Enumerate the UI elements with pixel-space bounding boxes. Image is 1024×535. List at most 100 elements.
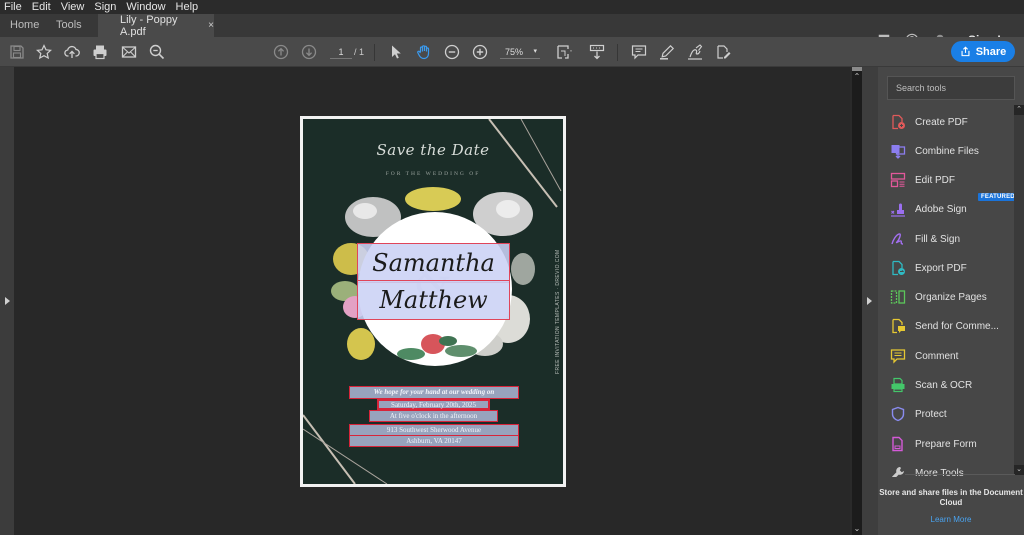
page-number-input[interactable]: 1 <box>330 45 352 59</box>
hand-tool-icon[interactable] <box>415 43 433 61</box>
date-field[interactable]: Saturday, February 20th, 2025 <box>377 399 490 410</box>
menu-bar: File Edit View Sign Window Help <box>0 0 1024 14</box>
scroll-up-icon[interactable]: ⌃ <box>1014 105 1024 115</box>
tool-prepare-form[interactable]: Prepare Form <box>890 432 977 456</box>
fill-sign-icon <box>890 231 906 247</box>
page-fit-icon[interactable] <box>555 43 573 61</box>
tool-send-for-comments[interactable]: Send for Comme... <box>890 314 999 338</box>
tool-label: Organize Pages <box>915 291 987 303</box>
search-zoom-icon[interactable] <box>148 43 166 61</box>
share-button[interactable]: Share <box>951 41 1015 62</box>
bride-name: Samantha <box>372 249 495 277</box>
address-line-2-field[interactable]: Ashburn, VA 20147 <box>349 435 519 447</box>
tool-comment[interactable]: Comment <box>890 344 958 368</box>
search-tools-input[interactable]: Search tools <box>887 76 1015 100</box>
panel-divider <box>905 474 1015 475</box>
zoom-in-icon[interactable] <box>471 43 489 61</box>
send-for-comment-icon <box>890 318 906 334</box>
tab-bar: Home Tools Lily - Poppy A.pdf × Sign In <box>0 13 1024 47</box>
name-field-1[interactable]: Samantha <box>357 243 510 283</box>
fill-sign-form-icon[interactable] <box>714 43 732 61</box>
prepare-form-icon <box>890 436 906 452</box>
tab-tools[interactable]: Tools <box>56 14 82 37</box>
save-the-date-heading: Save the Date <box>376 141 490 159</box>
combine-files-icon <box>890 143 906 159</box>
toolbar-divider <box>617 44 618 61</box>
create-pdf-icon <box>890 114 906 130</box>
tool-label: Send for Comme... <box>915 320 999 332</box>
adobe-sign-icon <box>890 201 906 217</box>
scrollbar-thumb[interactable] <box>852 67 862 71</box>
cloud-upload-icon[interactable] <box>63 43 81 61</box>
tools-panel: Search tools Create PDF Combine Files Ed… <box>878 67 1024 535</box>
zoom-level-select[interactable]: 75% ▾ <box>500 45 540 59</box>
scroll-mode-icon[interactable] <box>588 43 606 61</box>
expand-left-pane-icon[interactable] <box>5 297 10 305</box>
name-field-2[interactable]: Matthew <box>357 280 510 320</box>
previous-page-icon[interactable] <box>272 43 290 61</box>
scroll-up-icon[interactable]: ⌃ <box>852 72 862 81</box>
tab-document[interactable]: Lily - Poppy A.pdf × <box>98 13 214 38</box>
menu-edit[interactable]: Edit <box>27 0 56 14</box>
protect-shield-icon <box>890 406 906 422</box>
zoom-level-value: 75% <box>505 47 524 57</box>
menu-window[interactable]: Window <box>121 0 170 14</box>
tool-fill-sign[interactable]: Fill & Sign <box>890 227 960 251</box>
tool-organize-pages[interactable]: Organize Pages <box>890 285 987 309</box>
comment-icon[interactable] <box>630 43 648 61</box>
tool-scan-ocr[interactable]: Scan & OCR <box>890 373 972 397</box>
menu-help[interactable]: Help <box>171 0 204 14</box>
comment-tool-icon <box>890 348 906 364</box>
menu-sign[interactable]: Sign <box>89 0 121 14</box>
tab-home[interactable]: Home <box>10 14 39 37</box>
tools-panel-scrollbar[interactable]: ⌃ ⌄ <box>1014 105 1024 475</box>
toolbar-divider <box>374 44 375 61</box>
time-field[interactable]: At five o'clock in the afternoon <box>369 410 498 422</box>
tool-combine-files[interactable]: Combine Files <box>890 139 979 163</box>
tool-label: Fill & Sign <box>915 233 961 245</box>
page-total: / 1 <box>354 47 365 57</box>
tool-label: Adobe Sign <box>915 203 967 215</box>
scroll-down-icon[interactable]: ⌄ <box>852 524 862 533</box>
menu-file[interactable]: File <box>0 0 27 14</box>
document-tab-title: Lily - Poppy A.pdf <box>120 13 178 38</box>
next-page-icon[interactable] <box>300 43 318 61</box>
close-tab-icon[interactable]: × <box>208 20 214 31</box>
document-cloud-promo: Store and share files in the Document Cl… <box>879 488 1023 507</box>
more-tools-wrench-icon <box>890 465 906 477</box>
tool-export-pdf[interactable]: Export PDF <box>890 256 967 280</box>
sign-pen-icon[interactable] <box>686 43 704 61</box>
bookmark-star-icon[interactable] <box>35 43 53 61</box>
tool-adobe-sign[interactable]: Adobe Sign FEATURED <box>890 193 1014 221</box>
right-pane-toggle-rail[interactable] <box>862 67 878 535</box>
invitation-page: & Save the Date FOR THE WEDDING OF Saman… <box>303 119 563 484</box>
tool-label: Create PDF <box>915 116 968 128</box>
tool-create-pdf[interactable]: Create PDF <box>890 110 968 134</box>
email-icon[interactable] <box>120 43 138 61</box>
chevron-down-icon: ▾ <box>533 48 537 55</box>
learn-more-link[interactable]: Learn More <box>878 515 1024 524</box>
menu-view[interactable]: View <box>56 0 90 14</box>
collapse-right-pane-icon[interactable] <box>867 297 872 305</box>
featured-badge: FEATURED <box>978 193 1014 201</box>
tool-label: Prepare Form <box>915 438 977 450</box>
save-icon[interactable] <box>8 43 26 61</box>
zoom-out-icon[interactable] <box>443 43 461 61</box>
scroll-down-icon[interactable]: ⌄ <box>1014 465 1024 475</box>
tool-protect[interactable]: Protect <box>890 402 947 426</box>
tool-edit-pdf[interactable]: Edit PDF <box>890 168 955 192</box>
pdf-page: & Save the Date FOR THE WEDDING OF Saman… <box>300 116 566 487</box>
invite-line-field[interactable]: We hope for your hand at our wedding on <box>349 386 519 399</box>
tool-label: Protect <box>915 408 947 420</box>
highlight-pen-icon[interactable] <box>658 43 676 61</box>
tool-label: Edit PDF <box>915 174 956 186</box>
export-pdf-icon <box>890 260 906 276</box>
main-toolbar: 1 / 1 75% ▾ <box>0 37 1024 67</box>
edit-pdf-icon <box>890 172 906 188</box>
document-scrollbar[interactable]: ⌃ ⌄ <box>852 67 862 535</box>
for-the-wedding-of-subheading: FOR THE WEDDING OF <box>385 171 481 177</box>
left-pane-toggle-rail[interactable] <box>0 67 14 535</box>
print-icon[interactable] <box>91 43 109 61</box>
organize-pages-icon <box>890 289 906 305</box>
select-cursor-icon[interactable] <box>387 43 405 61</box>
